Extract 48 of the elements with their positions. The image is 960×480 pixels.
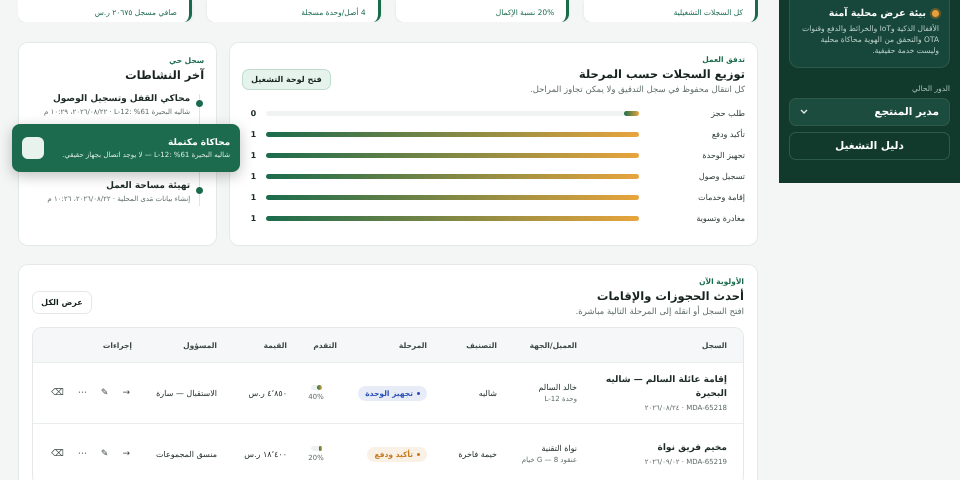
stage-count: 0 xyxy=(250,109,256,118)
value-text: ٤٬٨٥٠ ر.س xyxy=(248,388,287,398)
notice-title: بيئة عرض محلية آمنة xyxy=(828,8,926,19)
owner-text: الاستقبال — سارة xyxy=(156,388,217,398)
action-button[interactable]: ✎ xyxy=(98,386,110,400)
stage-label: مغادرة وتسوية xyxy=(695,214,745,223)
action-button[interactable]: ⋯ xyxy=(76,386,89,400)
section-title: آخر النشاطات xyxy=(124,68,204,82)
section-subtitle: كل انتقال محفوظ في سجل التدقيق ولا يمكن تجاوز المراحل. xyxy=(530,85,745,95)
stage-count: 1 xyxy=(250,214,256,223)
timeline-dot-icon xyxy=(196,100,204,107)
stage-label: تأكيد ودفع xyxy=(710,130,745,139)
role-select[interactable]: مدير المنتجع xyxy=(789,98,950,126)
view-all-button[interactable]: عرض الكل xyxy=(32,291,92,314)
section-title: أحدث الحجوزات والإقامات xyxy=(596,289,744,303)
category-text: شاليه xyxy=(478,388,497,398)
activity-title: محاكي القفل وتسجيل الوصول xyxy=(52,94,190,104)
stage-count: 1 xyxy=(250,130,256,139)
stage-count: 1 xyxy=(250,172,256,181)
guide-button[interactable]: دليل التشغيل xyxy=(789,132,950,160)
open-board-button[interactable]: فتح لوحة التشغيل xyxy=(242,69,331,90)
booking-title[interactable]: مخيم فريق نواة xyxy=(585,442,727,456)
section-subtitle: افتح السجل أو انقله إلى المرحلة التالية مباشرة. xyxy=(576,307,744,317)
action-button[interactable]: ⋯ xyxy=(76,447,89,461)
stage-label: طلب حجز xyxy=(710,109,745,118)
owner-text: منسق المجموعات xyxy=(156,450,217,458)
chevron-down-icon xyxy=(800,108,808,115)
client-name: نواة التقنية xyxy=(540,444,577,453)
toast-icon xyxy=(22,137,44,159)
action-button[interactable]: ✎ xyxy=(98,447,110,461)
action-button[interactable]: ⌫ xyxy=(49,386,66,400)
client-name: خالد السالم xyxy=(537,383,577,392)
toast-title: محاكاة مكتملة xyxy=(167,138,230,148)
booking-title[interactable]: إقامة عائلة السالم — شاليه البحيرة xyxy=(585,374,727,401)
category-text: خيمة فاخرة xyxy=(458,450,497,458)
section-title: توزيع السجلات حسب المرحلة xyxy=(578,67,745,81)
value-text: ١٨٬٤٠٠ ر.س xyxy=(244,450,287,458)
stage-count: 1 xyxy=(250,193,256,202)
action-button[interactable]: ⌫ xyxy=(49,447,66,461)
action-button[interactable]: → xyxy=(120,447,132,461)
stage-label: تسجيل وصول xyxy=(698,172,745,181)
stage-label: إقامة وخدمات xyxy=(697,193,745,202)
action-button[interactable]: → xyxy=(120,386,132,400)
timeline-dot-icon xyxy=(196,186,204,194)
activity-title: تهيئة مساحة العمل xyxy=(105,180,190,191)
stage-count: 1 xyxy=(250,151,256,160)
status-dot-icon xyxy=(932,10,939,17)
stage-label: تجهيز الوحدة xyxy=(701,151,745,160)
